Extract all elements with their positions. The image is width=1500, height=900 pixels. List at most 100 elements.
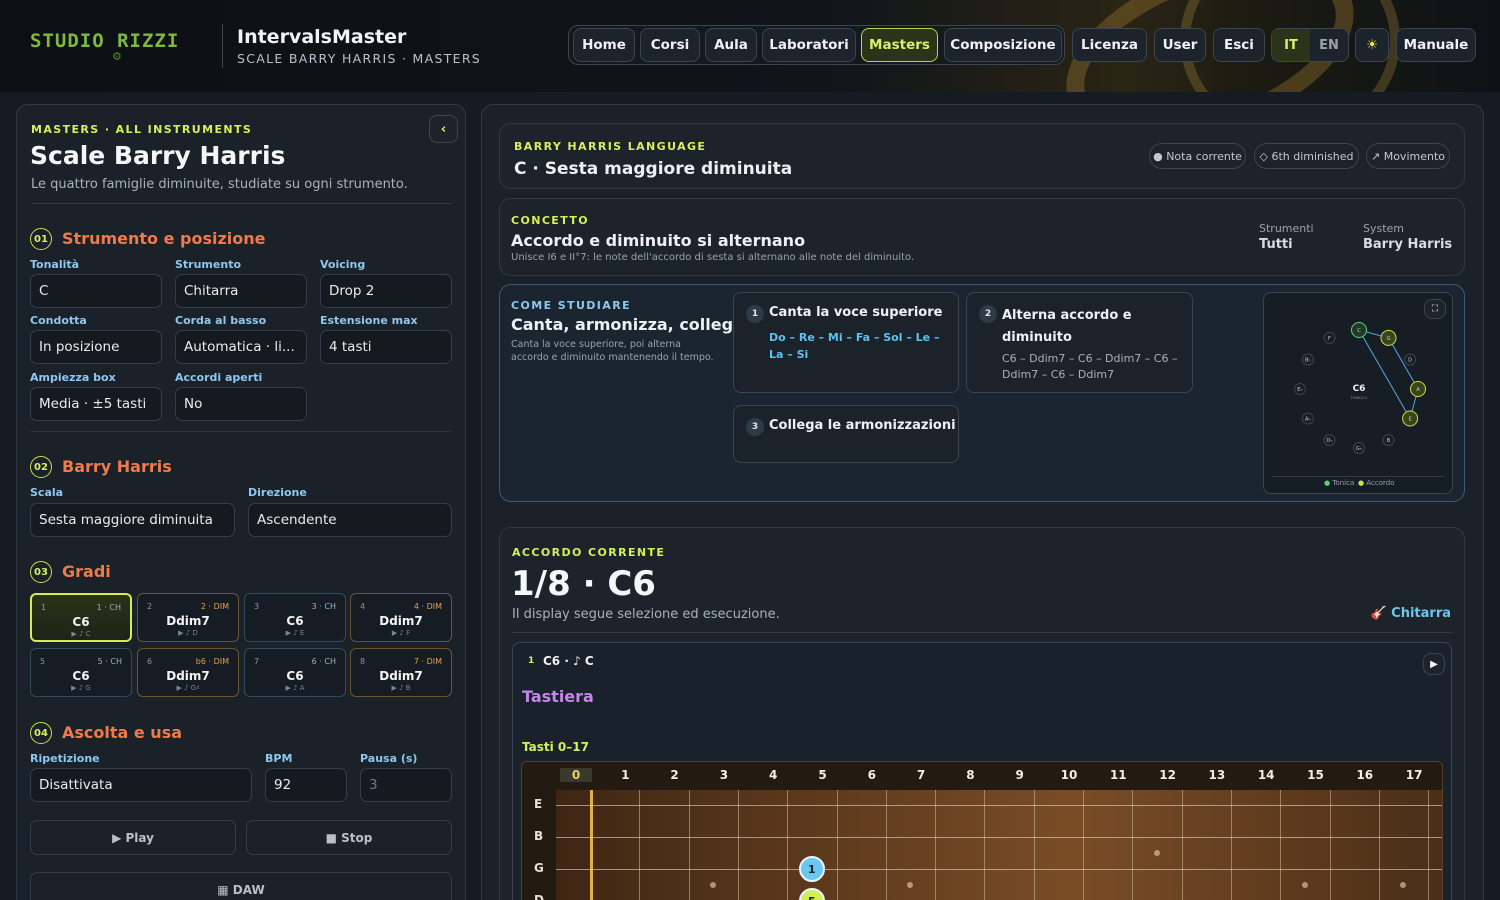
degree-tile[interactable]: 7 6 · CH C6 ▶ ♪ A [244,648,346,697]
study-eyebrow: COME STUDIARE [511,299,631,312]
app-title: IntervalsMaster [237,26,407,48]
legend-tonica: ● Tonica [1324,479,1354,487]
study-step-1[interactable]: 1 Canta la voce superiore Do – Re – Mi –… [733,292,959,393]
degree-note: ▶ ♪ G [71,684,91,692]
degree-index: 7 [254,657,260,666]
divider [512,632,1453,633]
daw-button[interactable]: ▦ DAW [30,872,452,900]
chord-line: C6 · ♪ C [543,654,594,668]
degree-tile[interactable]: 1 1 · CH C6 ▶ ♪ C [30,593,132,642]
nav-composizione[interactable]: Composizione [944,28,1062,62]
instrument-label[interactable]: 🎸 Chitarra [1370,606,1451,621]
play-button[interactable]: ▶ Play [30,820,236,855]
section-number: 04 [30,722,52,744]
fret-wire [1428,790,1430,900]
fret-wire [688,790,690,900]
fret-note[interactable]: 5 [798,888,825,900]
legend-label: Tonica [1332,479,1355,487]
degree-note: ▶ ♪ D [178,629,198,637]
nav-home[interactable]: Home [573,28,635,62]
string-label: E [534,797,543,811]
fret-wire [1033,790,1035,900]
field-label: Tonalità [30,258,80,271]
condotta-select[interactable]: In posizione [30,330,162,364]
fret-number: 4 [769,768,778,782]
fret-wire [885,790,887,900]
lang-en[interactable]: EN [1310,29,1348,61]
chip-movimento[interactable]: ↗ Movimento [1366,143,1450,169]
field-label: Voicing [320,258,366,271]
legend-accordo: ● Accordo [1358,479,1394,487]
strumento-select[interactable]: Chitarra [175,274,307,308]
study-desc: Canta la voce superiore, poi alterna acc… [511,339,714,363]
degree-tag: 7 · DIM [413,657,442,666]
study-step-3[interactable]: 3 Collega le armonizzazioni [733,405,959,463]
manual-button[interactable]: Manuale [1396,28,1476,62]
fretboard[interactable]: 01234567891011121314151617EBGD15 [521,761,1443,900]
nav-masters[interactable]: Masters [861,28,938,62]
fret-number: 14 [1257,768,1275,782]
string-label: G [534,861,544,875]
nut [590,790,593,900]
pausa-input[interactable]: 3 [360,768,452,802]
fret-wire [1378,790,1380,900]
study-title: Canta, armonizza, collega [511,315,744,334]
chip-6th-diminished[interactable]: ◇ 6th diminished [1254,143,1359,169]
degree-tile[interactable]: 8 7 · DIM Ddim7 ▶ ♪ B [350,648,452,697]
degree-chord: Ddim7 [166,614,210,628]
fret-wire [1083,790,1084,900]
nav-esci[interactable]: Esci [1213,28,1265,62]
fret-number: 1 [621,768,630,782]
studio-logo[interactable]: STUDIO RIZZI [30,30,179,52]
string-label: D [534,893,544,900]
scala-select[interactable]: Sesta maggiore diminuita [30,503,235,537]
chevron-left-icon[interactable]: ‹ [429,115,458,143]
sidebar-title: Scale Barry Harris [30,141,286,170]
nav-user[interactable]: User [1154,28,1206,62]
circle-note-label: D [1408,358,1412,364]
study-step-2[interactable]: 2 Alterna accordo e diminuito C6 – Ddim7… [966,292,1193,393]
nav-licenza[interactable]: Licenza [1072,28,1147,62]
degree-tile[interactable]: 2 2 · DIM Ddim7 ▶ ♪ D [137,593,239,642]
fret-wire [836,790,838,900]
fret-note[interactable]: 1 [798,856,825,882]
field-label: Ripetizione [30,752,100,765]
section-number: 01 [30,228,52,250]
lang-it[interactable]: IT [1272,29,1310,61]
fret-number: 7 [916,768,926,782]
fret-number: 12 [1159,768,1176,782]
play-icon[interactable]: ▶ [1423,653,1445,675]
circle-note-label: B♭ [1305,358,1311,364]
sun-icon[interactable]: ☀ [1355,28,1389,62]
voicing-select[interactable]: Drop 2 [320,274,452,308]
field-label: Pausa (s) [360,752,418,765]
estensione-select[interactable]: 4 tasti [320,330,452,364]
ripetizione-select[interactable]: Disattivata [30,768,252,802]
nav-corsi[interactable]: Corsi [640,28,700,62]
direzione-select[interactable]: Ascendente [248,503,452,537]
ampiezza-select[interactable]: Media · ±5 tasti [30,387,162,421]
corda-basso-select[interactable]: Automatica · li... [175,330,307,364]
step-number: 2 [979,305,997,323]
degree-tile[interactable]: 4 4 · DIM Ddim7 ▶ ♪ F [350,593,452,642]
degree-note: ▶ ♪ F [391,629,411,637]
nav-aula[interactable]: Aula [705,28,757,62]
degree-tile[interactable]: 5 5 · CH C6 ▶ ♪ G [30,648,132,697]
fret-wire [1181,790,1183,900]
fret-number: 8 [966,768,975,782]
meta-label: Strumenti [1259,222,1314,235]
accordi-aperti-select[interactable]: No [175,387,307,421]
fret-wire [737,790,739,900]
chip-nota-corrente[interactable]: ● Nota corrente [1149,143,1246,169]
degree-tile[interactable]: 6 b6 · DIM Ddim7 ▶ ♪ G♯ [137,648,239,697]
tonalita-select[interactable]: C [30,274,162,308]
bpm-input[interactable]: 92 [265,768,347,802]
circle-card: ⛶ C G D A E B G♭ D♭ A♭ E♭ B♭ F C6 TONICA C ● Tonica ●… [1263,292,1453,494]
fret-number: 2 [670,768,679,782]
degree-tag: 1 · CH [96,603,121,612]
circle-note-label: B [1387,438,1391,444]
fret-wire [1230,790,1232,900]
degree-tile[interactable]: 3 3 · CH C6 ▶ ♪ E [244,593,346,642]
nav-laboratori[interactable]: Laboratori [762,28,856,62]
stop-button[interactable]: ■ Stop [246,820,452,855]
